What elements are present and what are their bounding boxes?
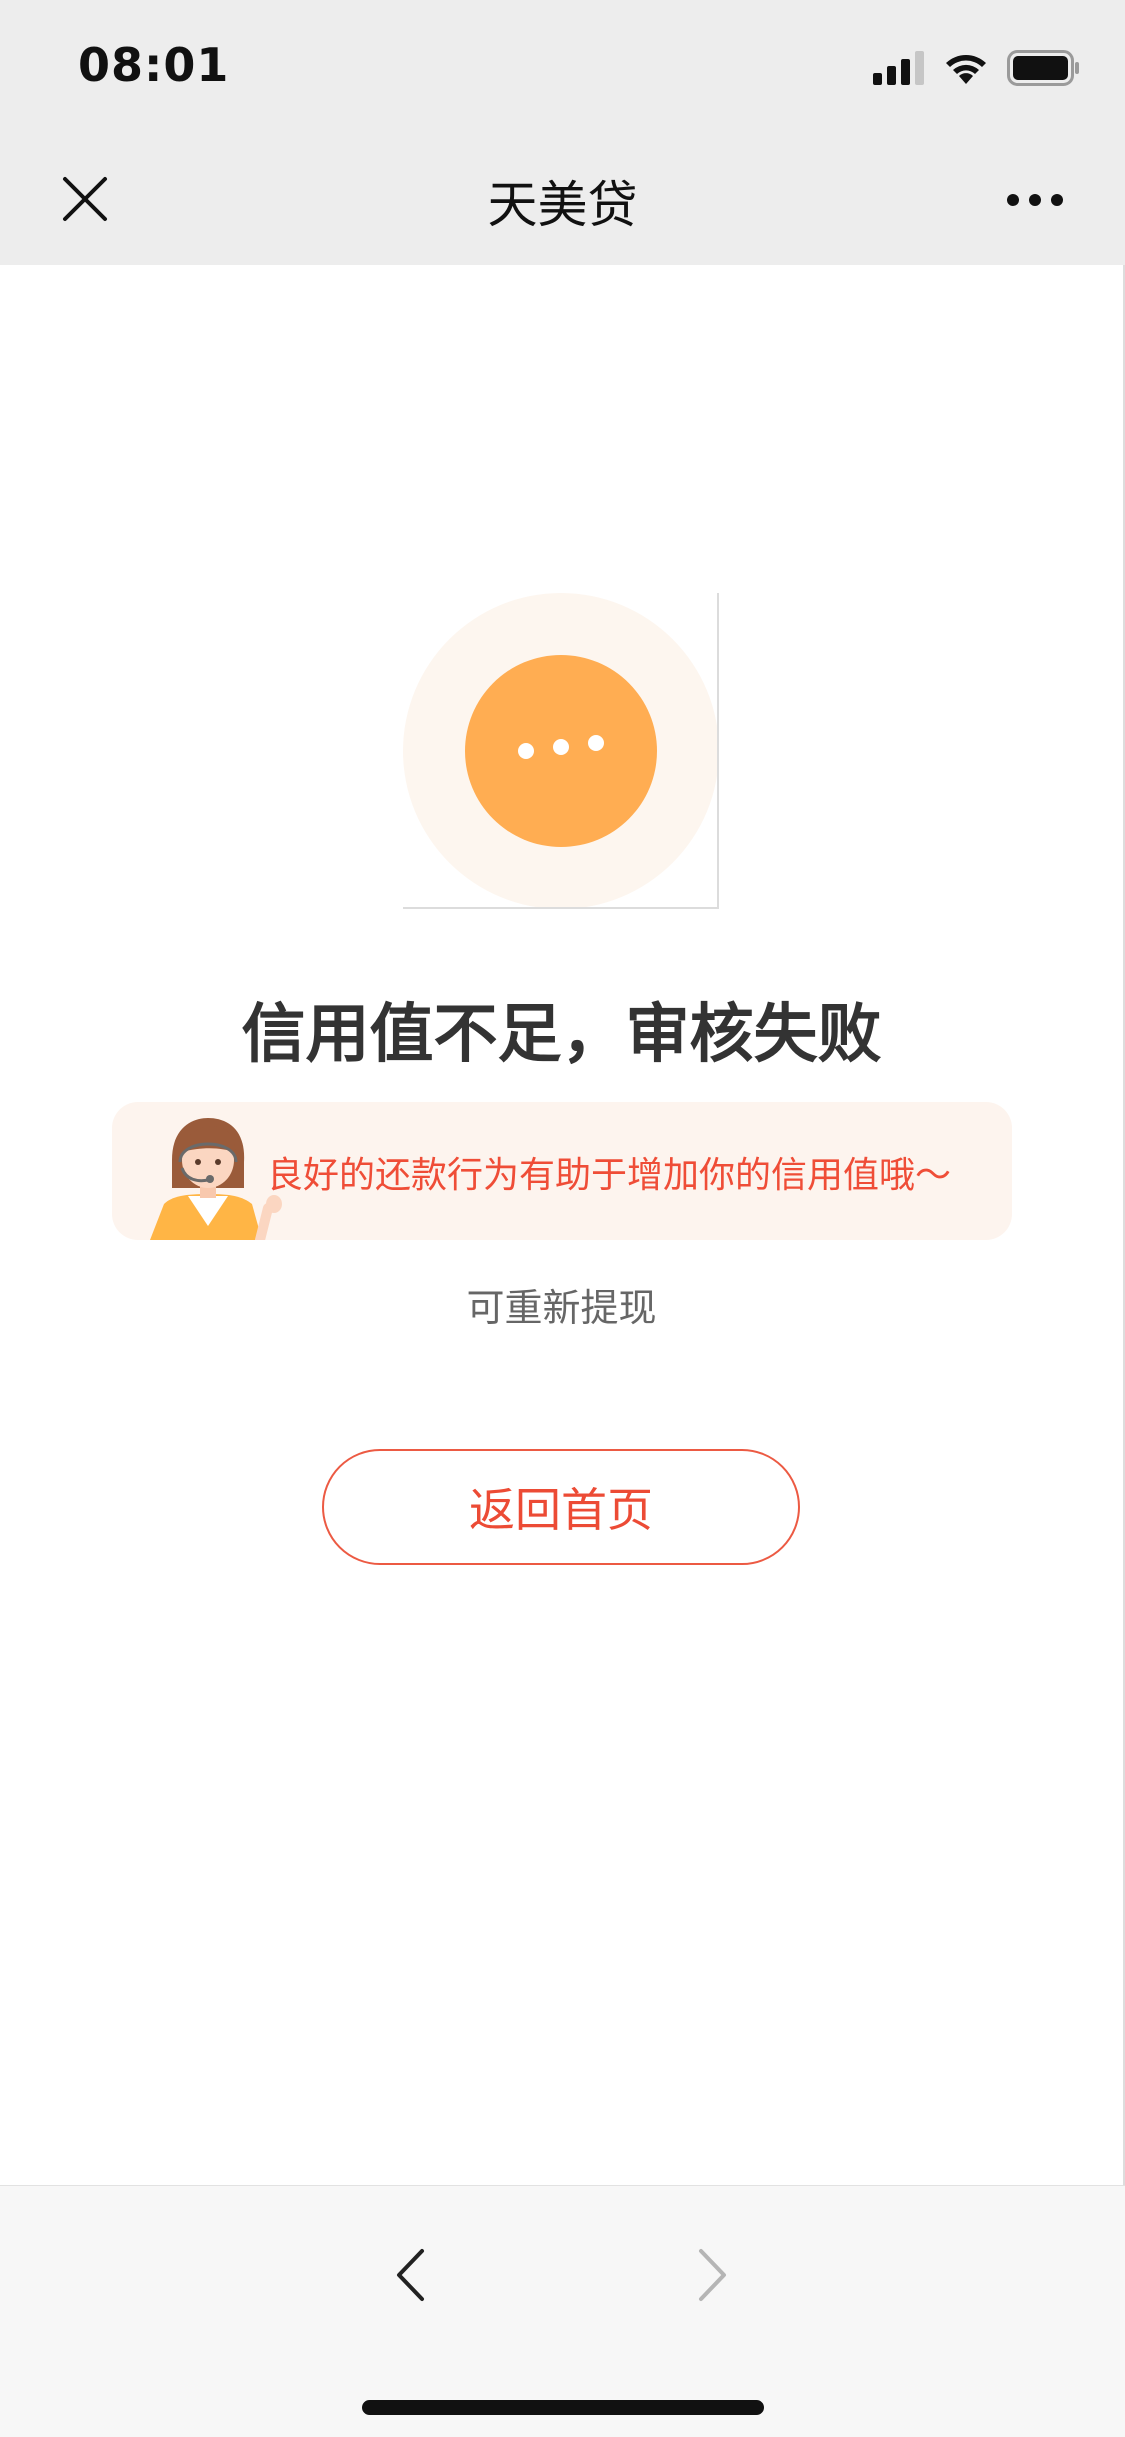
more-button[interactable] [1000,171,1070,231]
tip-text: 良好的还款行为有助于增加你的信用值哦～ [267,1155,952,1196]
status-illustration [403,593,719,909]
chevron-left-icon [393,2247,427,2307]
forward-button[interactable] [683,2232,743,2322]
back-button[interactable] [380,2232,440,2322]
battery-icon [1007,50,1081,90]
customer-service-avatar-icon [142,1108,282,1245]
back-to-home-button[interactable]: 返回首页 [322,1449,800,1565]
more-icon [1006,192,1064,211]
nav-bar: 天美贷 [0,135,1125,265]
status-bar: 08:01 [0,0,1125,135]
cellular-signal-icon [873,51,925,89]
main-content: 信用值不足，审核失败 良好的还款行为有助于增加你的信用值哦～ 可重新提现 返回首… [0,265,1125,2185]
status-time: 08:01 [78,38,230,92]
result-title: 信用值不足，审核失败 [241,998,882,1072]
wifi-icon [943,51,989,89]
bottom-toolbar [0,2185,1125,2437]
pending-status-badge [465,655,657,847]
resubmit-hint: 可重新提现 [466,1286,657,1330]
status-icons [873,50,1081,90]
pending-dots-icon [518,735,604,759]
tip-banner: 良好的还款行为有助于增加你的信用值哦～ [112,1102,1012,1245]
home-indicator[interactable] [362,2400,764,2415]
chevron-right-icon [696,2247,730,2307]
page-title: 天美贷 [487,176,638,234]
